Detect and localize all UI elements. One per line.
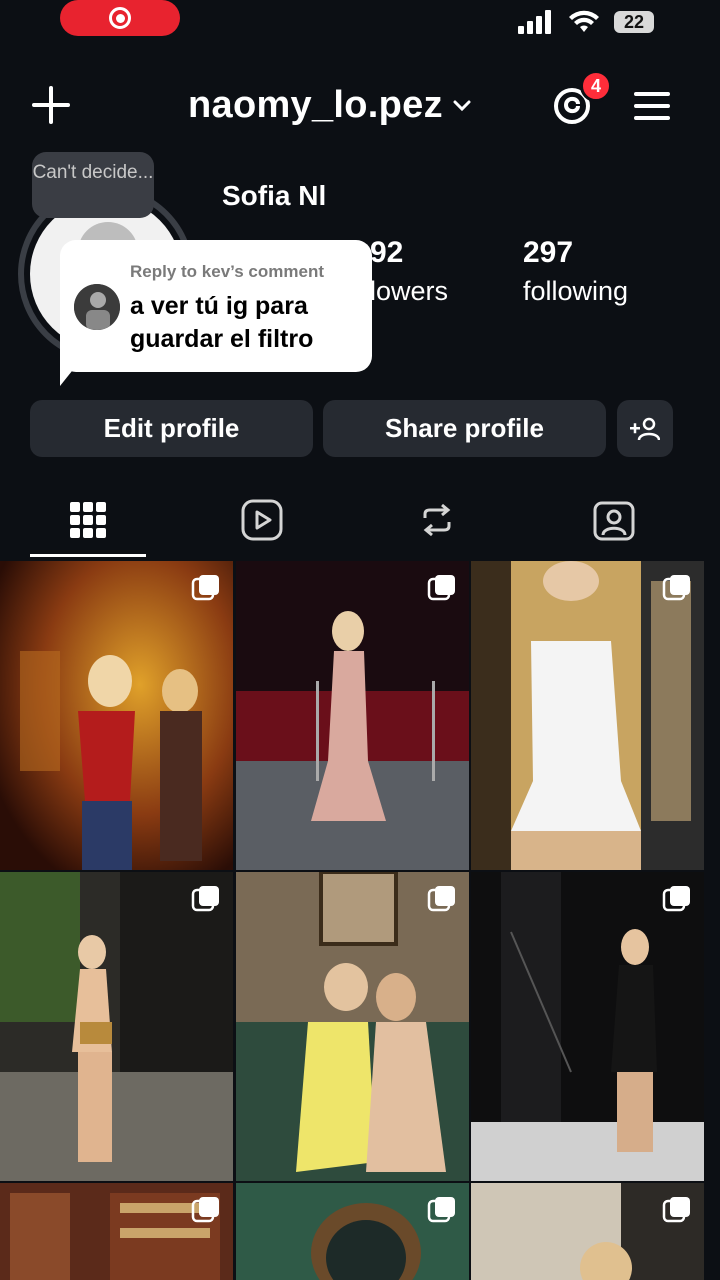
post-thumbnail: [236, 561, 469, 870]
carousel-icon: [662, 575, 690, 601]
grid-post[interactable]: [0, 872, 233, 1181]
carousel-icon: [427, 886, 455, 912]
active-tab-indicator: [30, 554, 146, 557]
wifi-icon: [569, 10, 599, 32]
display-name: Sofia Nl: [222, 180, 327, 211]
share-profile-button[interactable]: Share profile: [323, 400, 606, 457]
followers-label: llowers: [364, 276, 449, 306]
tagged-icon: [593, 501, 635, 541]
post-thumbnail: [0, 872, 233, 1181]
carousel-icon: [662, 1197, 690, 1223]
reply-caption: Reply to kev’s comment: [130, 262, 324, 281]
username: naomy_lo.pez: [188, 84, 443, 126]
following-stat[interactable]: 297 following: [523, 236, 628, 307]
profile-note[interactable]: Can't decide...: [32, 152, 154, 218]
grid-post[interactable]: [471, 872, 704, 1181]
carousel-icon: [662, 886, 690, 912]
record-icon: [109, 7, 131, 29]
following-count: 297: [523, 236, 574, 269]
comment-reply-sticker: Reply to kev’s comment a ver tú ig para …: [60, 240, 372, 372]
post-thumbnail: [471, 561, 704, 870]
post-thumbnail: [236, 872, 469, 1181]
commenter-avatar: [74, 284, 120, 330]
followers-stat[interactable]: 92: [370, 236, 403, 270]
signal-icon: [518, 10, 551, 34]
followers-count: 92: [370, 236, 404, 269]
notification-badge: 4: [580, 70, 612, 102]
grid-post[interactable]: [236, 872, 469, 1181]
menu-icon[interactable]: [632, 90, 672, 122]
status-bar-right: 22: [518, 10, 654, 34]
carousel-icon: [191, 886, 219, 912]
grid-post[interactable]: [236, 561, 469, 870]
grid-post[interactable]: [471, 561, 704, 870]
reels-icon: [241, 499, 283, 541]
grid-post[interactable]: [0, 1183, 233, 1280]
post-thumbnail: [471, 872, 704, 1181]
battery-icon: 22: [614, 11, 654, 33]
grid-post[interactable]: [471, 1183, 704, 1280]
edit-profile-button[interactable]: Edit profile: [30, 400, 313, 457]
grid-post[interactable]: [0, 561, 233, 870]
chevron-down-icon: [453, 100, 471, 111]
carousel-icon: [427, 1197, 455, 1223]
grid-post[interactable]: [236, 1183, 469, 1280]
post-thumbnail: [0, 561, 233, 870]
tab-posts[interactable]: [64, 496, 112, 544]
reposts-icon: [423, 503, 451, 537]
discover-people-button[interactable]: [617, 400, 673, 457]
tab-tagged[interactable]: [590, 496, 638, 544]
grid-icon: [70, 502, 106, 538]
screen-record-indicator[interactable]: [60, 0, 180, 36]
add-person-icon: [630, 417, 660, 440]
tab-reposts[interactable]: [413, 496, 461, 544]
carousel-icon: [191, 575, 219, 601]
following-label: following: [523, 276, 629, 306]
carousel-icon: [427, 575, 455, 601]
create-plus-icon[interactable]: [30, 84, 72, 126]
carousel-icon: [191, 1197, 219, 1223]
reply-comment-text: a ver tú ig para guardar el filtro: [130, 292, 314, 353]
username-switcher[interactable]: naomy_lo.pez: [188, 84, 471, 127]
tab-reels[interactable]: [238, 496, 286, 544]
